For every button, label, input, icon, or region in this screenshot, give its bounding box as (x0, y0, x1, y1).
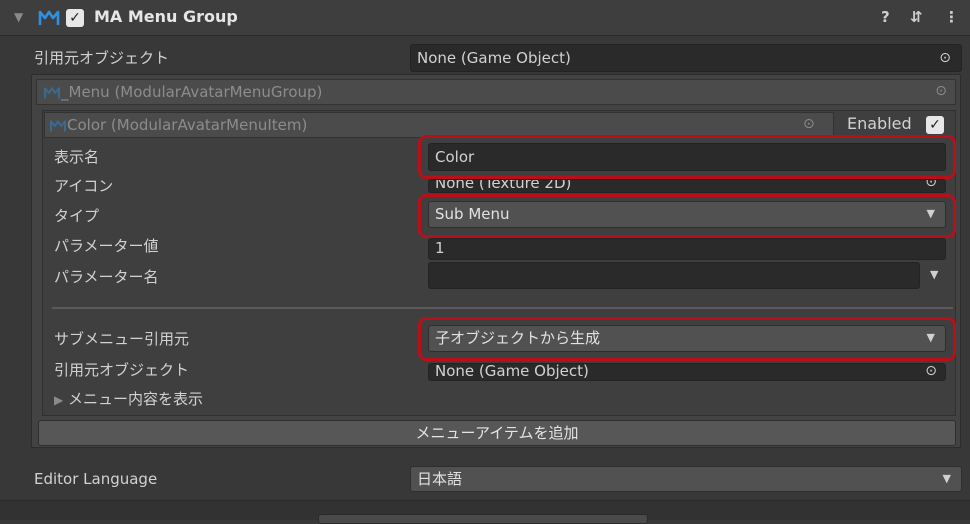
inner-source-object-label: 引用元オブジェクト (54, 361, 190, 379)
param-value-input[interactable]: 1 (428, 238, 946, 260)
editor-language-label: Editor Language (34, 470, 158, 488)
checkmark-icon: ✓ (929, 117, 941, 133)
menu-group-title: _Menu (ModularAvatarMenuGroup) (61, 83, 323, 101)
chevron-down-icon: ▼ (942, 472, 951, 485)
source-object-label: 引用元オブジェクト (34, 49, 170, 67)
fold-arrow-icon: ▶ (54, 393, 64, 407)
inner-source-object-field[interactable]: None (Game Object) ⊙ (428, 363, 946, 381)
help-icon[interactable]: ? (881, 8, 890, 26)
component-enabled-checkbox[interactable]: ✓ (66, 9, 84, 27)
param-name-label: パラメーター名 (54, 268, 159, 286)
component-title: MA Menu Group (94, 7, 238, 26)
icon-label: アイコン (54, 177, 114, 195)
highlight-box (418, 135, 956, 179)
object-picker-icon[interactable]: ⊙ (935, 83, 947, 99)
param-name-input[interactable] (428, 262, 920, 289)
add-menu-item-button[interactable]: メニューアイテムを追加 (38, 420, 956, 446)
type-label: タイプ (54, 207, 100, 225)
submenu-source-label: サブメニュー引用元 (54, 330, 190, 348)
section-divider (52, 307, 953, 309)
modular-avatar-logo-icon (38, 10, 60, 25)
fold-arrow-icon[interactable]: ▼ (14, 10, 23, 24)
source-object-field[interactable]: None (Game Object) ⊙ (410, 44, 962, 72)
icon-value: None (Texture 2D) (435, 179, 572, 192)
editor-language-value: 日本語 (417, 470, 463, 488)
source-object-value: None (Game Object) (417, 49, 571, 67)
icon-field[interactable]: None (Texture 2D) ⊙ (428, 179, 946, 193)
param-name-dropdown-icon[interactable]: ▼ (930, 268, 938, 281)
object-picker-icon[interactable]: ⊙ (803, 116, 815, 132)
editor-language-dropdown[interactable]: 日本語 ▼ (410, 466, 962, 492)
more-options-icon[interactable]: ⋮ (944, 8, 959, 26)
checkmark-icon: ✓ (69, 10, 81, 26)
object-picker-icon[interactable]: ⊙ (939, 45, 951, 71)
modular-avatar-logo-icon (49, 120, 67, 132)
add-component-button[interactable] (318, 514, 648, 524)
menu-group-header[interactable]: _Menu (ModularAvatarMenuGroup) ⊙ (36, 79, 956, 105)
show-contents-foldout[interactable]: ▶ メニュー内容を表示 (54, 388, 203, 409)
object-picker-icon[interactable]: ⊙ (925, 180, 937, 189)
show-contents-label: メニュー内容を表示 (68, 390, 204, 408)
menu-item-title: Color (ModularAvatarMenuItem) (67, 116, 308, 134)
preset-settings-icon[interactable]: ⇵ (910, 8, 923, 26)
modular-avatar-logo-icon (43, 87, 61, 99)
highlight-box (418, 317, 956, 361)
enabled-label: Enabled (847, 114, 912, 133)
highlight-box (418, 194, 956, 238)
object-picker-icon[interactable]: ⊙ (925, 364, 937, 378)
display-name-label: 表示名 (54, 148, 100, 166)
param-value-label: パラメーター値 (54, 237, 159, 255)
component-header[interactable]: ▼ ✓ MA Menu Group ? ⇵ ⋮ (0, 0, 970, 36)
menu-item-enabled-checkbox[interactable]: ✓ (926, 116, 944, 134)
inner-source-object-value: None (Game Object) (435, 363, 589, 380)
